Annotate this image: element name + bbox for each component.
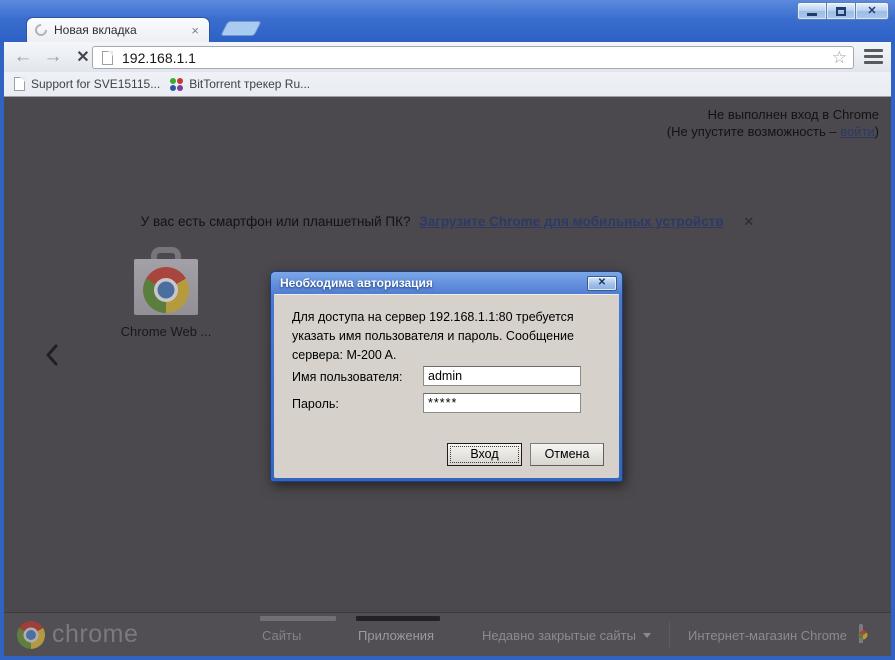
auth-dialog: Необходима авторизация ✕ Для доступа на … <box>270 271 623 482</box>
window-frame-left <box>0 42 4 660</box>
auth-dialog-message: Для доступа на сервер 192.168.1.1:80 тре… <box>292 310 574 362</box>
bookmark-label: BitTorrent трекер Ru... <box>189 77 311 91</box>
browser-tab[interactable]: Новая вкладка × <box>26 17 210 42</box>
close-icon: ✕ <box>597 277 607 288</box>
login-button[interactable]: Вход <box>447 443 522 466</box>
webstore-tile-label: Chrome Web ... <box>120 324 212 339</box>
signin-line2-suffix: ) <box>874 124 879 139</box>
tab-loading-icon <box>32 21 50 39</box>
minimize-icon <box>807 13 817 16</box>
auth-dialog-body: Для доступа на сервер 192.168.1.1:80 тре… <box>274 294 619 478</box>
signin-line2: (Не упустите возможность – <box>666 124 841 139</box>
webstore-mini-icon[interactable] <box>859 623 879 645</box>
window-frame-right <box>891 42 895 660</box>
window-controls: ✕ <box>797 2 889 20</box>
window-frame-bottom <box>0 656 895 660</box>
signin-line1: Не выполнен вход в Chrome <box>707 107 879 122</box>
newtab-footer: chrome Сайты Приложения Недавно закрытые… <box>4 612 891 656</box>
username-field[interactable] <box>423 366 581 386</box>
auth-dialog-titlebar[interactable]: Необходима авторизация ✕ <box>271 272 622 294</box>
url-text[interactable]: 192.168.1.1 <box>122 50 832 66</box>
chrome-logo-icon <box>17 621 45 649</box>
webstore-footer-link[interactable]: Интернет-магазин Chrome <box>688 628 847 643</box>
promo-text: У вас есть смартфон или планшетный ПК? <box>140 214 411 229</box>
promo-close-icon[interactable]: ✕ <box>743 214 754 229</box>
tab-indicator-active <box>356 616 440 621</box>
newtab-section-tabs: Сайты Приложения <box>260 613 440 643</box>
bookmark-item[interactable]: BitTorrent трекер Ru... <box>170 77 310 91</box>
chrome-brand-text: chrome <box>52 620 139 648</box>
chrome-web-store-tile[interactable]: Chrome Web ... <box>121 247 211 339</box>
tab-apps[interactable]: Приложения <box>356 613 440 643</box>
username-label: Имя пользователя: <box>292 370 403 384</box>
tab-title: Новая вкладка <box>54 23 137 37</box>
maximize-button[interactable] <box>826 2 856 20</box>
browser-window: ✕ Новая вкладка × ← → ✕ 192.168.1.1 ☆ Su… <box>0 0 895 660</box>
signin-notice: Не выполнен вход в Chrome (Не упустите в… <box>667 106 879 140</box>
tab-close-icon[interactable]: × <box>189 24 201 37</box>
tab-sites[interactable]: Сайты <box>260 613 336 643</box>
page-switch-left-arrow[interactable] <box>44 343 59 372</box>
password-label: Пароль: <box>292 397 339 411</box>
browser-toolbar: ← → ✕ 192.168.1.1 ☆ <box>4 42 891 72</box>
tab-indicator <box>260 616 336 621</box>
cancel-button[interactable]: Отмена <box>530 443 604 466</box>
minimize-button[interactable] <box>797 2 827 20</box>
mobile-chrome-promo: У вас есть смартфон или планшетный ПК? З… <box>4 214 891 230</box>
chrome-logo-icon <box>143 267 189 313</box>
tab-label: Сайты <box>262 628 302 643</box>
back-button[interactable]: ← <box>10 42 36 72</box>
bookmark-label: Support for SVE15115... <box>31 77 161 91</box>
new-tab-button[interactable] <box>220 21 262 36</box>
window-titlebar: ✕ Новая вкладка × <box>0 0 895 42</box>
forward-button[interactable]: → <box>40 42 66 72</box>
auth-dialog-close-button[interactable]: ✕ <box>587 275 617 291</box>
chrome-menu-button[interactable] <box>864 49 883 64</box>
page-icon <box>102 50 113 65</box>
page-icon <box>14 77 25 91</box>
maximize-icon <box>836 6 846 16</box>
bittorrent-favicon <box>170 77 184 91</box>
close-icon: ✕ <box>867 4 877 17</box>
password-field[interactable] <box>423 393 581 413</box>
bookmark-item[interactable]: Support for SVE15115... <box>14 77 160 91</box>
close-window-button[interactable]: ✕ <box>855 2 889 20</box>
footer-right-links: Недавно закрытые сайты Интернет-магазин … <box>482 613 879 656</box>
tab-label: Приложения <box>358 628 435 643</box>
address-bar[interactable]: 192.168.1.1 ☆ <box>92 46 854 69</box>
divider <box>668 622 670 648</box>
bookmark-star-icon[interactable]: ☆ <box>832 49 847 66</box>
bookmarks-bar: Support for SVE15115... BitTorrent треке… <box>4 72 891 97</box>
webstore-bag-icon <box>134 259 198 315</box>
chevron-down-icon[interactable] <box>642 632 651 638</box>
promo-link[interactable]: Загрузите Chrome для мобильных устройств <box>419 214 723 229</box>
auth-dialog-title: Необходима авторизация <box>280 276 433 290</box>
recently-closed-dropdown[interactable]: Недавно закрытые сайты <box>482 628 636 643</box>
signin-link[interactable]: войти <box>840 124 874 139</box>
